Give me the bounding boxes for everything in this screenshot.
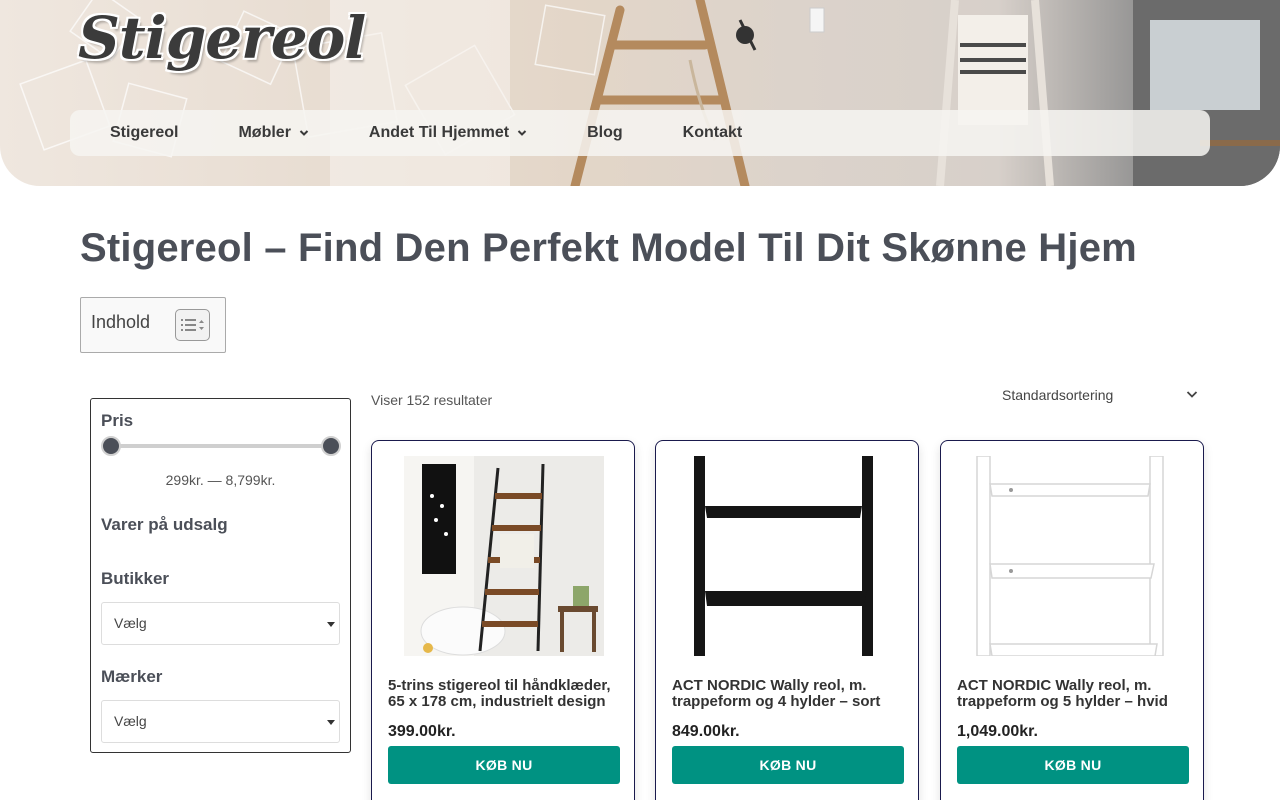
product-title[interactable]: 5-trins stigereol til håndklæder, 65 x 1… bbox=[388, 678, 620, 710]
price-slider-max-handle[interactable] bbox=[321, 436, 341, 456]
nav-item-label: Kontakt bbox=[682, 124, 743, 141]
caret-down-icon bbox=[327, 622, 335, 627]
sale-filter-link[interactable]: Varer på udsalg bbox=[101, 515, 228, 535]
product-price: 1,049.00kr. bbox=[957, 723, 1038, 740]
main-navigation: Stigereol Møbler Andet Til Hjemmet Blog … bbox=[70, 110, 1210, 156]
brands-select[interactable]: Vælg bbox=[101, 700, 340, 743]
caret-down-icon bbox=[327, 720, 335, 725]
product-card: ACT NORDIC Wally reol, m. trappeform og … bbox=[655, 440, 919, 800]
chevron-down-icon bbox=[1186, 391, 1198, 398]
sort-select-value: Standardsortering bbox=[1002, 387, 1114, 403]
nav-item-label: Møbler bbox=[238, 124, 291, 141]
product-card: ACT NORDIC Wally reol, m. trappeform og … bbox=[940, 440, 1204, 800]
nav-item-andet-til-hjemmet[interactable]: Andet Til Hjemmet bbox=[369, 124, 527, 142]
chevron-down-icon bbox=[517, 130, 527, 136]
buy-now-button[interactable]: KØB NU bbox=[672, 746, 904, 784]
site-logo[interactable]: Stigereol bbox=[78, 4, 366, 72]
product-price: 399.00kr. bbox=[388, 723, 456, 740]
buy-now-button[interactable]: KØB NU bbox=[957, 746, 1189, 784]
nav-item-label: Blog bbox=[587, 124, 623, 141]
nav-item-label: Stigereol bbox=[110, 124, 179, 141]
product-image[interactable] bbox=[388, 456, 620, 656]
toc-label: Indhold bbox=[91, 312, 151, 332]
product-card: 5-trins stigereol til håndklæder, 65 x 1… bbox=[371, 440, 635, 800]
nav-item-label: Andet Til Hjemmet bbox=[368, 124, 510, 141]
table-of-contents: Indhold bbox=[80, 297, 226, 353]
list-toggle-icon bbox=[180, 319, 204, 331]
page-title: Stigereol – Find Den Perfekt Model Til D… bbox=[80, 226, 1137, 270]
toc-toggle-button[interactable] bbox=[175, 309, 210, 341]
product-price: 849.00kr. bbox=[672, 723, 740, 740]
filter-sidebar: Pris 299kr. — 8,799kr. Varer på udsalg B… bbox=[90, 398, 351, 753]
site-header: Stigereol Stigereol Møbler Andet Til Hje… bbox=[0, 0, 1280, 186]
brands-select-value: Vælg bbox=[114, 713, 147, 729]
stores-select-value: Vælg bbox=[114, 615, 147, 631]
nav-item-mobler[interactable]: Møbler bbox=[238, 124, 309, 142]
sort-select[interactable]: Standardsortering bbox=[990, 380, 1204, 410]
price-slider-min-handle[interactable] bbox=[101, 436, 121, 456]
price-range-text: 299kr. — 8,799kr. bbox=[165, 472, 276, 488]
product-title[interactable]: ACT NORDIC Wally reol, m. trappeform og … bbox=[957, 678, 1189, 710]
price-filter-heading: Pris bbox=[101, 411, 134, 430]
nav-item-stigereol[interactable]: Stigereol bbox=[110, 124, 178, 142]
product-image[interactable] bbox=[957, 456, 1189, 656]
stores-filter-heading: Butikker bbox=[101, 569, 170, 588]
nav-item-kontakt[interactable]: Kontakt bbox=[683, 124, 743, 142]
price-slider-range bbox=[111, 444, 331, 448]
chevron-down-icon bbox=[299, 130, 309, 136]
brands-filter-heading: Mærker bbox=[101, 667, 163, 686]
stores-select[interactable]: Vælg bbox=[101, 602, 340, 645]
nav-item-blog[interactable]: Blog bbox=[587, 124, 623, 142]
product-image[interactable] bbox=[672, 456, 904, 656]
buy-now-button[interactable]: KØB NU bbox=[388, 746, 620, 784]
product-title[interactable]: ACT NORDIC Wally reol, m. trappeform og … bbox=[672, 678, 904, 710]
result-count: Viser 152 resultater bbox=[371, 392, 493, 408]
